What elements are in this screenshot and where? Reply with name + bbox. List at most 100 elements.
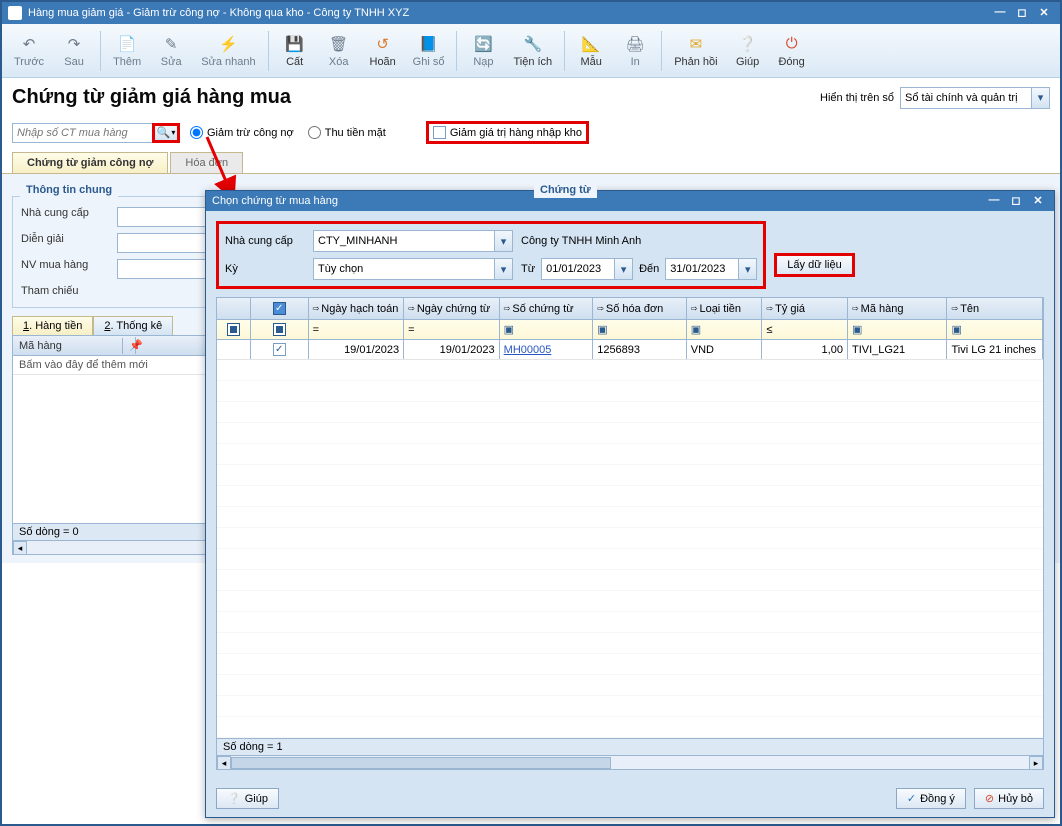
table-row[interactable]: ✓ 19/01/2023 19/01/2023 MH00005 1256893 … bbox=[217, 340, 1043, 360]
checkbox-reduce-stock-value[interactable]: Giảm giá trị hàng nhập kho bbox=[426, 121, 589, 144]
dialog-minimize-button[interactable]: — bbox=[984, 194, 1004, 208]
tab-invoice[interactable]: Hóa đơn bbox=[170, 152, 243, 173]
input-buyer[interactable] bbox=[117, 259, 217, 279]
cancel-button[interactable]: ⊘Hủy bỏ bbox=[974, 788, 1044, 809]
cancel-icon: ⊘ bbox=[985, 792, 994, 805]
col-currency[interactable]: ⇨Loại tiền bbox=[687, 298, 763, 319]
help-button[interactable]: ❔Giúp bbox=[216, 788, 279, 809]
label-ref: Tham chiếu bbox=[21, 285, 111, 297]
chevron-down-icon[interactable]: ▾ bbox=[614, 259, 632, 279]
pin-icon[interactable]: 📌 bbox=[123, 337, 136, 354]
period-combo[interactable]: Tùy chọn▾ bbox=[313, 258, 513, 280]
search-icon: 🔍 bbox=[157, 126, 171, 139]
checkbox-icon[interactable] bbox=[433, 126, 446, 139]
window-title: Hàng mua giảm giá - Giảm trừ công nợ - K… bbox=[28, 7, 409, 19]
from-date[interactable]: 01/01/2023▾ bbox=[541, 258, 633, 280]
col-rate[interactable]: ⇨Tỷ giá bbox=[762, 298, 848, 319]
col-doc-date[interactable]: ⇨Ngày chứng từ bbox=[404, 298, 500, 319]
dialog-maximize-button[interactable]: ◻ bbox=[1006, 194, 1026, 208]
cell-item-code: TIVI_LG21 bbox=[848, 340, 948, 359]
dialog-title-text: Chọn chứng từ mua hàng bbox=[212, 195, 338, 207]
help-icon: ❔ bbox=[738, 34, 758, 54]
grid-row-count: Số dòng = 1 bbox=[217, 738, 1043, 755]
filter-item-code[interactable]: ▣ bbox=[848, 320, 948, 339]
main-toolbar: ↶Trước ↷Sau 📄Thêm ✎Sửa ⚡Sửa nhanh 💾Cất 🗑… bbox=[2, 24, 1060, 78]
label-from: Từ bbox=[521, 263, 535, 275]
col-item-code[interactable]: ⇨Mã hàng bbox=[848, 298, 948, 319]
undo-button[interactable]: ↺Hoãn bbox=[363, 32, 403, 70]
help-icon: ❔ bbox=[227, 792, 241, 805]
label-buyer: NV mua hàng bbox=[21, 259, 111, 279]
load-button[interactable]: 🔄Nạp bbox=[463, 32, 503, 70]
close-toolbar-button[interactable]: ⏻Đóng bbox=[772, 32, 812, 70]
cell-doc-no[interactable]: MH00005 bbox=[504, 344, 552, 356]
col-invoice-no[interactable]: ⇨Số hóa đơn bbox=[593, 298, 687, 319]
add-button[interactable]: 📄Thêm bbox=[107, 32, 147, 70]
horizontal-scrollbar[interactable]: ◂ ▸ bbox=[217, 755, 1043, 769]
quick-edit-button[interactable]: ⚡Sửa nhanh bbox=[195, 32, 261, 70]
close-button[interactable]: ✕ bbox=[1034, 6, 1054, 20]
col-item-name[interactable]: ⇨Tên bbox=[947, 298, 1043, 319]
label-supplier: Nhà cung cấp bbox=[21, 207, 111, 227]
ok-button[interactable]: ✓Đồng ý bbox=[896, 788, 966, 809]
delete-button[interactable]: 🗑Xóa bbox=[319, 32, 359, 70]
scroll-thumb[interactable] bbox=[231, 757, 611, 769]
refresh-icon: 🔄 bbox=[473, 34, 493, 54]
supplier-combo[interactable]: CTY_MINHANH▾ bbox=[313, 230, 513, 252]
chevron-down-icon[interactable]: ▾ bbox=[738, 259, 756, 279]
radio-debt-reduction[interactable]: Giảm trừ công nợ bbox=[190, 126, 294, 139]
fetch-button[interactable]: Lấy dữ liệu bbox=[774, 253, 854, 277]
chevron-down-icon[interactable]: ▾ bbox=[494, 259, 512, 279]
chevron-down-icon[interactable]: ▾ bbox=[494, 231, 512, 251]
filter-doc-date[interactable]: = bbox=[404, 320, 500, 339]
grid-add-hint[interactable]: Bấm vào đây để thêm mới bbox=[13, 356, 206, 375]
template-button[interactable]: 📐Mẫu bbox=[571, 32, 611, 70]
col-select-all[interactable] bbox=[217, 298, 251, 319]
scroll-right-button[interactable]: ▸ bbox=[1029, 756, 1043, 770]
filter-invoice-no[interactable]: ▣ bbox=[593, 320, 687, 339]
filter-rate[interactable]: ≤ bbox=[762, 320, 848, 339]
minimize-button[interactable]: — bbox=[990, 6, 1010, 20]
chevron-down-icon[interactable]: ▾ bbox=[1031, 88, 1049, 108]
filter-item-name[interactable]: ▣ bbox=[947, 320, 1043, 339]
col-posting-date[interactable]: ⇨Ngày hạch toán bbox=[309, 298, 405, 319]
col-doc-no[interactable]: ⇨Số chứng từ bbox=[500, 298, 594, 319]
template-icon: 📐 bbox=[581, 34, 601, 54]
help-toolbar-button[interactable]: ❔Giúp bbox=[728, 32, 768, 70]
cell-rate: 1,00 bbox=[762, 340, 848, 359]
dialog-close-button[interactable]: ✕ bbox=[1028, 194, 1048, 208]
pencil-icon: ✎ bbox=[161, 34, 181, 54]
envelope-icon: ✉ bbox=[686, 34, 706, 54]
filter-doc-no[interactable]: ▣ bbox=[500, 320, 594, 339]
row-checkbox[interactable]: ✓ bbox=[273, 343, 286, 356]
filter-posting-date[interactable]: = bbox=[309, 320, 405, 339]
edit-button[interactable]: ✎Sửa bbox=[151, 32, 191, 70]
next-button[interactable]: ↷Sau bbox=[54, 32, 94, 70]
tab-debt-document[interactable]: Chứng từ giảm công nợ bbox=[12, 152, 168, 173]
prev-button[interactable]: ↶Trước bbox=[8, 32, 50, 70]
radio-cash[interactable]: Thu tiền mặt bbox=[308, 126, 386, 139]
save-button[interactable]: 💾Cất bbox=[275, 32, 315, 70]
feedback-button[interactable]: ✉Phản hồi bbox=[668, 32, 723, 70]
post-button[interactable]: 📘Ghi sổ bbox=[407, 32, 451, 70]
display-label: Hiển thị trên sổ bbox=[820, 92, 894, 104]
subtab-items[interactable]: 11. Hàng tiền. Hàng tiền bbox=[12, 316, 93, 335]
select-document-dialog: Chọn chứng từ mua hàng — ◻ ✕ Nhà cung cấ… bbox=[205, 190, 1055, 818]
to-date[interactable]: 31/01/2023▾ bbox=[665, 258, 757, 280]
print-button[interactable]: 🖨In bbox=[615, 32, 655, 70]
col-check[interactable]: ✓ bbox=[251, 298, 309, 319]
utility-button[interactable]: 🔧Tiện ích bbox=[507, 32, 558, 70]
scroll-left-button[interactable]: ◂ bbox=[13, 541, 27, 555]
label-period: Kỳ bbox=[225, 263, 305, 275]
search-button[interactable]: 🔍▾ bbox=[152, 123, 180, 143]
maximize-button[interactable]: ◻ bbox=[1012, 6, 1032, 20]
document-grid: ✓ ⇨Ngày hạch toán ⇨Ngày chứng từ ⇨Số chứ… bbox=[216, 297, 1044, 770]
supplier-name: Công ty TNHH Minh Anh bbox=[521, 235, 757, 247]
display-select[interactable]: Sổ tài chính và quản trị ▾ bbox=[900, 87, 1050, 109]
input-supplier[interactable] bbox=[117, 207, 217, 227]
filter-currency[interactable]: ▣ bbox=[687, 320, 763, 339]
subtab-stats[interactable]: 2. Thống kê bbox=[93, 316, 173, 335]
input-desc[interactable] bbox=[117, 233, 217, 253]
col-item-code[interactable]: Mã hàng bbox=[13, 338, 123, 354]
scroll-left-button[interactable]: ◂ bbox=[217, 756, 231, 770]
